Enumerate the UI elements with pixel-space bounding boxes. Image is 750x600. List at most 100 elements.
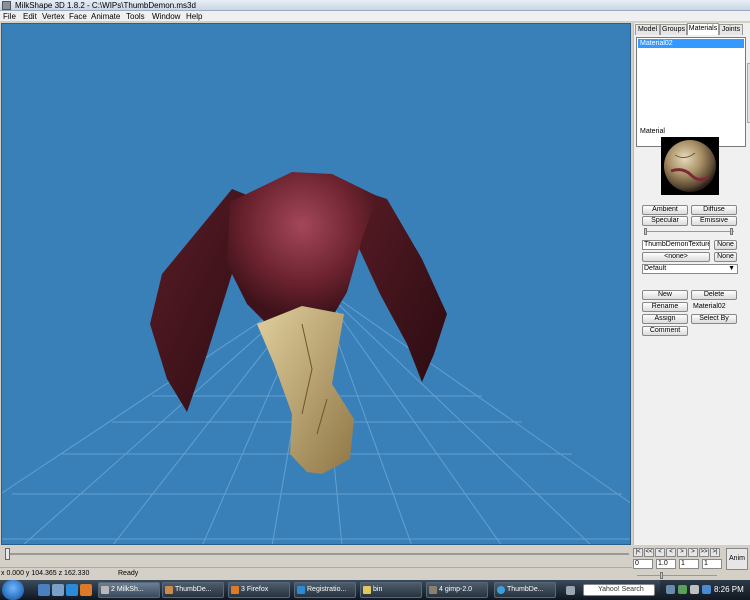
end-frame-field[interactable]: 1	[702, 559, 722, 569]
fast-forward-button[interactable]: >>	[699, 548, 709, 557]
task-label: 4 gimp-2.0	[439, 586, 473, 593]
speed-field[interactable]: 1.0	[656, 559, 676, 569]
window-title: MilkShape 3D 1.8.2 - C:\WIPs\ThumbDemon.…	[15, 1, 196, 10]
diffuse-button[interactable]: Diffuse	[691, 205, 737, 215]
tab-joints[interactable]: Joints	[719, 24, 743, 35]
specular-button[interactable]: Specular	[642, 216, 688, 226]
status-message: Ready	[118, 570, 139, 577]
side-panel: Model Groups Materials Joints Material02…	[633, 23, 750, 545]
skype-icon	[497, 586, 505, 594]
task-label: bin	[373, 586, 383, 593]
tab-model[interactable]: Model	[635, 24, 660, 35]
volume-tray-icon[interactable]	[690, 585, 699, 594]
milkshape-icon	[101, 586, 109, 594]
rewind-button[interactable]: <<	[644, 548, 654, 557]
texture-none-button[interactable]: None	[714, 240, 737, 250]
prev-frame-button[interactable]: <	[666, 548, 676, 557]
shininess-knob[interactable]	[644, 228, 647, 235]
task-label: ThumbDe...	[507, 586, 544, 593]
network-tray-icon[interactable]	[678, 585, 687, 594]
menu-edit[interactable]: Edit	[23, 12, 37, 21]
task-gimp[interactable]: 4 gimp-2.0	[426, 582, 488, 598]
app-icon	[2, 1, 11, 10]
new-material-button[interactable]: New	[642, 290, 688, 300]
security-tray-icon[interactable]	[702, 585, 711, 594]
task-label: 2 MilkSh...	[111, 586, 144, 593]
status-bar: x 0.000 y 104.365 z 162.330 Ready	[0, 567, 632, 579]
select-by-button[interactable]: Select By	[691, 314, 737, 324]
internet-explorer-icon[interactable]	[66, 584, 78, 596]
alpha-none-button[interactable]: None	[714, 252, 737, 262]
start-frame-field[interactable]: 0	[633, 559, 653, 569]
gimp-icon	[429, 586, 437, 594]
anim-button[interactable]: Anim	[726, 548, 748, 570]
switch-windows-icon[interactable]	[52, 584, 64, 596]
material-list-item[interactable]: Material02	[638, 39, 744, 48]
menu-help[interactable]: Help	[186, 12, 202, 21]
texture-field[interactable]: ThumbDemonTexture.tga	[642, 240, 710, 250]
task-label: Registratio...	[307, 586, 347, 593]
task-firefox[interactable]: 3 Firefox	[228, 582, 290, 598]
image-icon	[165, 586, 173, 594]
next-key-button[interactable]: >	[688, 548, 698, 557]
menu-window[interactable]: Window	[152, 12, 180, 21]
prev-key-button[interactable]: <	[655, 548, 665, 557]
frame-slider[interactable]	[637, 575, 717, 576]
task-milkshape[interactable]: 2 MilkSh...	[98, 582, 160, 598]
firefox-icon[interactable]	[80, 584, 92, 596]
material-label: Material	[640, 128, 665, 135]
tab-groups[interactable]: Groups	[660, 24, 687, 35]
menu-tools[interactable]: Tools	[126, 12, 145, 21]
timeline-track	[5, 553, 629, 555]
next-frame-button[interactable]: >	[677, 548, 687, 557]
timeline-slider[interactable]	[0, 546, 632, 566]
transparency-knob[interactable]	[730, 228, 733, 235]
delete-material-button[interactable]: Delete	[691, 290, 737, 300]
menu-bar: File Edit Vertex Face Animate Tools Wind…	[0, 11, 750, 22]
last-frame-button[interactable]: >|	[710, 548, 720, 557]
alpha-texture-button[interactable]: <none>	[642, 252, 710, 262]
tab-materials[interactable]: Materials	[687, 23, 719, 35]
viewport-scene	[2, 172, 630, 544]
chevron-down-icon: ▼	[728, 265, 735, 272]
task-thumbdemon-skype[interactable]: ThumbDe...	[494, 582, 556, 598]
windows-taskbar: 2 MilkSh... ThumbDe... 3 Firefox Registr…	[0, 580, 750, 600]
ambient-button[interactable]: Ambient	[642, 205, 688, 215]
first-frame-button[interactable]: |<	[633, 548, 643, 557]
mode-select-value: Default	[644, 265, 667, 272]
clock[interactable]: 8:26 PM	[714, 585, 744, 594]
creature-jaw	[257, 306, 354, 474]
current-frame-field[interactable]: 1	[679, 559, 699, 569]
hp-tray-icon[interactable]	[666, 585, 675, 594]
taskbar-overflow-icon[interactable]	[566, 586, 575, 595]
material-preview	[661, 137, 719, 195]
firefox-icon	[231, 586, 239, 594]
internet-explorer-icon	[297, 586, 305, 594]
assign-button[interactable]: Assign	[642, 314, 688, 324]
rename-button[interactable]: Rename	[642, 302, 688, 312]
cursor-coordinates: x 0.000 y 104.365 z 162.330	[1, 570, 90, 577]
task-registration[interactable]: Registratio...	[294, 582, 356, 598]
shininess-slider[interactable]	[644, 231, 734, 232]
3d-viewport[interactable]	[1, 23, 631, 545]
creature-head	[227, 172, 377, 324]
material-name-value: Material02	[693, 303, 726, 310]
system-tray: 8:26 PM	[660, 580, 750, 600]
frame-slider-knob[interactable]	[660, 572, 663, 579]
comment-button[interactable]: Comment	[642, 326, 688, 336]
menu-animate[interactable]: Animate	[91, 12, 120, 21]
folder-icon	[363, 586, 371, 594]
mode-select[interactable]: Default ▼	[642, 264, 738, 274]
task-label: ThumbDe...	[175, 586, 212, 593]
menu-vertex[interactable]: Vertex	[42, 12, 65, 21]
timeline-knob[interactable]	[5, 548, 10, 560]
task-thumbdemon-image[interactable]: ThumbDe...	[162, 582, 224, 598]
menu-face[interactable]: Face	[69, 12, 87, 21]
start-button[interactable]	[2, 580, 24, 600]
yahoo-search-box[interactable]: Yahoo! Search	[583, 584, 655, 596]
emissive-button[interactable]: Emissive	[691, 216, 737, 226]
menu-file[interactable]: File	[3, 12, 16, 21]
show-desktop-icon[interactable]	[38, 584, 50, 596]
animation-controls: |< << < < > > >> >| 0 1.0 1 1 Anim	[632, 546, 750, 582]
task-bin-folder[interactable]: bin	[360, 582, 422, 598]
